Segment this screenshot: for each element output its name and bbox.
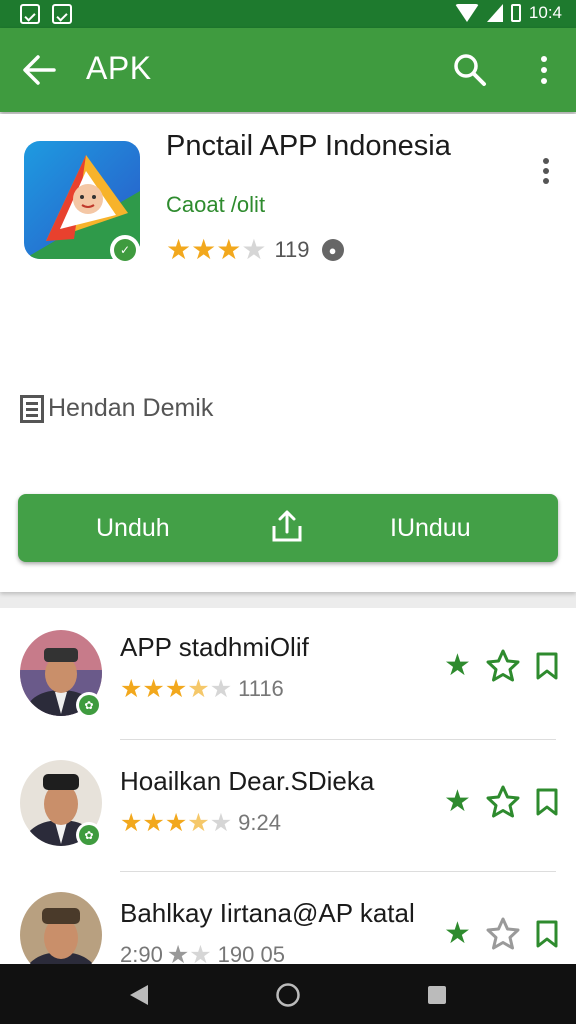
- star-outline-icon[interactable]: [485, 916, 521, 952]
- list-item[interactable]: Bahlkay Iirtana@AP katal 2:90 ★ ★ 190 05 …: [0, 872, 576, 964]
- photo-notification-icon: [20, 4, 40, 24]
- download-button[interactable]: Unduh IUnduu: [18, 494, 558, 562]
- nav-back-icon[interactable]: [126, 982, 152, 1008]
- list-item-rating: ★ ★ ★ ★ ★ 9:24: [120, 808, 281, 837]
- download-button-label: Unduh: [96, 514, 170, 542]
- wifi-icon: [454, 4, 479, 22]
- developer-icon: [20, 394, 44, 423]
- avatar: ✿: [20, 630, 102, 718]
- list-item-name: Hoailkan Dear.SDieka: [120, 766, 375, 796]
- search-icon[interactable]: [452, 52, 488, 88]
- list-item[interactable]: ✿ APP stadhmiOlif ★ ★ ★ ★ ★ 1116 ★: [0, 608, 576, 740]
- bookmark-icon[interactable]: [535, 788, 559, 816]
- star-icon: ★: [216, 234, 242, 265]
- nav-recents-icon[interactable]: [424, 982, 450, 1008]
- share-icon[interactable]: [270, 508, 304, 544]
- list-item-rating: ★ ★ ★ ★ ★ 1116: [120, 674, 284, 703]
- bookmark-icon[interactable]: [535, 652, 559, 680]
- star-outline-icon[interactable]: [485, 648, 521, 684]
- list-item-count: 190 05: [217, 942, 285, 964]
- app-icon: ✓: [24, 141, 140, 265]
- more-vert-icon[interactable]: [532, 54, 556, 86]
- battery-icon: [510, 4, 521, 22]
- signal-icon: [486, 4, 503, 22]
- status-time: 10:4: [528, 3, 562, 22]
- avatar: [20, 892, 102, 964]
- favorite-star-icon[interactable]: ★: [444, 787, 471, 817]
- app-notification-icon: [52, 4, 72, 24]
- list-item-name: APP stadhmiOlif: [120, 632, 309, 662]
- app-more-vert-icon[interactable]: [536, 156, 556, 186]
- list-item-rating: 2:90 ★ ★ 190 05: [120, 942, 285, 964]
- list-item-count-left: 2:90: [120, 942, 163, 964]
- star-outline-icon[interactable]: [485, 784, 521, 820]
- list-item-name: Bahlkay Iirtana@AP katal: [120, 898, 415, 928]
- info-icon[interactable]: ●: [321, 239, 344, 261]
- avatar: ✿: [20, 760, 102, 848]
- app-name: Pnctail APP Indonesia: [166, 130, 451, 162]
- list-item-count: 9:24: [238, 810, 281, 835]
- star-icon: ★: [166, 234, 192, 265]
- favorite-star-icon[interactable]: ★: [444, 919, 471, 949]
- favorite-star-icon[interactable]: ★: [444, 651, 471, 681]
- system-nav-bar: [0, 964, 576, 1024]
- bookmark-icon[interactable]: [535, 920, 559, 948]
- app-rating: ★ ★ ★ ★ 119 ●: [166, 236, 344, 264]
- list-item-count: 1116: [238, 676, 284, 701]
- app-header-card: ✓ Pnctail APP Indonesia Caoat /olit ★ ★ …: [0, 114, 576, 592]
- star-icon: ★: [191, 234, 217, 265]
- status-bar: 10:4: [0, 0, 576, 28]
- arrow-back-icon[interactable]: [22, 54, 56, 86]
- list-item[interactable]: ✿ Hoailkan Dear.SDieka ★ ★ ★ ★ ★ 9:24 ★: [0, 740, 576, 872]
- developer-name: Hendan Demik: [48, 394, 214, 422]
- install-button-label: IUnduu: [390, 514, 471, 542]
- page-title: APK: [86, 50, 152, 86]
- related-list: ✿ APP stadhmiOlif ★ ★ ★ ★ ★ 1116 ★ ✿ Hoa…: [0, 608, 576, 964]
- nav-home-icon[interactable]: [275, 982, 301, 1008]
- developer-row[interactable]: Hendan Demik: [20, 394, 213, 423]
- app-bar: APK: [0, 28, 576, 112]
- star-empty-icon: ★: [241, 234, 267, 265]
- rating-count: 119: [274, 237, 310, 262]
- app-category-link[interactable]: Caoat /olit: [166, 192, 265, 218]
- verified-badge-icon: ✓: [110, 235, 140, 265]
